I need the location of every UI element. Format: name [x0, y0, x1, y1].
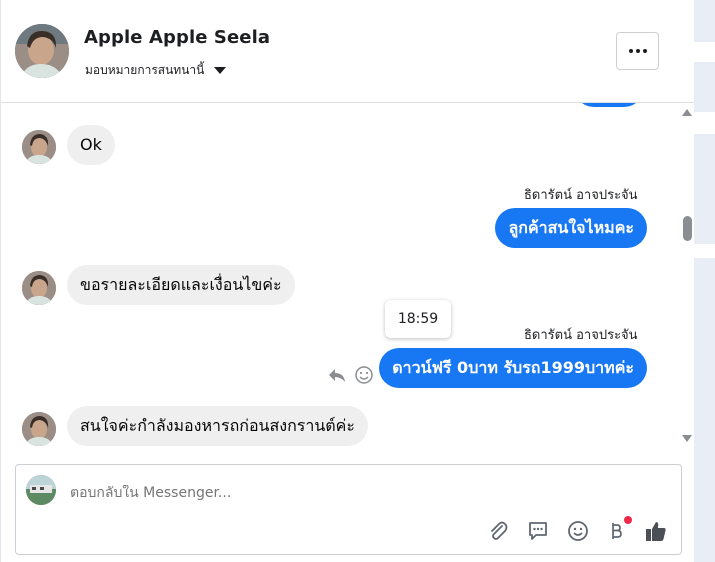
saved-reply-icon [529, 522, 547, 540]
thumbs-up-icon [646, 522, 666, 541]
like-button[interactable] [644, 519, 668, 543]
more-options-button[interactable] [616, 32, 659, 70]
payment-button[interactable] [604, 516, 632, 543]
baht-icon [612, 523, 622, 539]
react-emoji-icon[interactable] [354, 365, 374, 385]
assign-conversation-dropdown[interactable]: มอบหมายการสนทนานี้ [85, 61, 227, 80]
notification-dot [624, 516, 632, 524]
contact-avatar-small [22, 271, 56, 305]
more-dot-icon [642, 49, 647, 53]
message-actions [327, 365, 375, 385]
saved-replies-button[interactable] [526, 519, 550, 543]
reply-input[interactable] [70, 485, 630, 501]
scroll-up-arrow-icon[interactable] [682, 109, 692, 116]
sender-name: ธิดารัตน์ อาจประจัน [524, 188, 638, 203]
paperclip-icon [491, 521, 508, 540]
contact-avatar-small [22, 130, 56, 164]
more-dot-icon [635, 49, 640, 53]
incoming-message[interactable]: สนใจค่ะกำลังมองหารถก่อนสงกรานต์ค่ะ [67, 406, 368, 446]
contact-name: Apple Apple Seela [84, 27, 271, 48]
contact-avatar[interactable] [15, 24, 69, 78]
message-composer [15, 464, 682, 555]
scroll-down-arrow-icon[interactable] [682, 435, 692, 442]
outgoing-message[interactable]: ดาวน์ฟรี 0บาท รับรถ1999บาทค่ะ [379, 348, 647, 388]
reply-icon[interactable] [327, 365, 347, 385]
incoming-message[interactable]: ขอรายละเอียดและเงื่อนไขค่ะ [67, 265, 295, 305]
page-avatar [26, 475, 56, 505]
assign-conversation-label: มอบหมายการสนทนานี้ [85, 63, 205, 77]
conversation-header: Apple Apple Seela มอบหมายการสนทนานี้ [1, 0, 695, 103]
caret-down-icon [214, 67, 227, 74]
edge-block [694, 112, 715, 134]
adjacent-panel-edge [694, 0, 715, 562]
scrollbar-thumb[interactable] [683, 216, 692, 241]
emoji-button[interactable] [566, 519, 590, 543]
incoming-message[interactable]: Ok [67, 125, 115, 165]
previous-message-bubble[interactable] [574, 103, 644, 107]
emoji-icon [568, 521, 588, 541]
outgoing-message[interactable]: ลูกค้าสนใจไหมคะ [495, 208, 647, 248]
conversation-panel: Apple Apple Seela มอบหมายการสนทนานี้ Ok … [0, 0, 695, 562]
sender-name: ธิดารัตน์ อาจประจัน [524, 328, 638, 343]
message-thread[interactable]: Ok ธิดารัตน์ อาจประจัน ลูกค้าสนใจไหมคะ ข… [1, 103, 681, 457]
attach-file-button[interactable] [486, 519, 510, 543]
timestamp-tooltip: 18:59 [385, 300, 451, 338]
contact-avatar-small [22, 412, 56, 446]
more-dot-icon [628, 49, 633, 53]
edge-block [694, 42, 715, 62]
edge-block [694, 244, 715, 258]
